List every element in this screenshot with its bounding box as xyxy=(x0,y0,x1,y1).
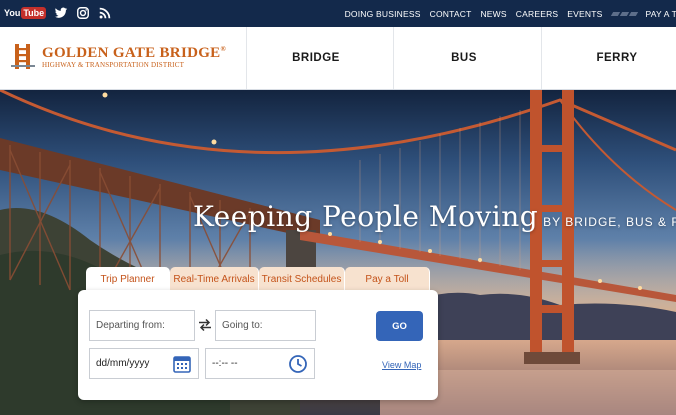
instagram-icon[interactable] xyxy=(76,6,90,20)
youtube-icon[interactable]: You Tube xyxy=(4,7,47,19)
hero-title: Keeping People Moving xyxy=(193,200,539,233)
bridge-tower-logo-icon xyxy=(11,44,35,69)
link-events[interactable]: EVENTS xyxy=(567,9,602,19)
tab-trip-planner[interactable]: Trip Planner xyxy=(86,267,170,291)
link-contact[interactable]: CONTACT xyxy=(430,9,472,19)
departing-from-input[interactable]: Departing from: xyxy=(89,310,195,341)
go-button[interactable]: GO xyxy=(376,311,423,341)
tab-real-time-arrivals[interactable]: Real-Time Arrivals xyxy=(170,267,259,291)
link-news[interactable]: NEWS xyxy=(480,9,506,19)
clock-icon[interactable] xyxy=(288,354,308,374)
link-doing-business[interactable]: DOING BUSINESS xyxy=(345,9,421,19)
twitter-icon[interactable] xyxy=(54,6,68,20)
stripes-icon xyxy=(610,11,638,16)
tab-pay-a-toll[interactable]: Pay a Toll xyxy=(345,267,430,291)
hero-subtitle: BY BRIDGE, BUS & FERRY xyxy=(543,215,676,229)
logo-subtitle: HIGHWAY & TRANSPORTATION DISTRICT xyxy=(42,61,185,69)
rss-icon[interactable] xyxy=(98,6,112,20)
utility-bar: You Tube DOING BUSINESS CONTACT NEWS CARE… xyxy=(0,0,676,27)
logo-registered-mark: ® xyxy=(220,45,227,53)
social-links: You Tube xyxy=(4,6,112,20)
logo-title: GOLDEN GATE BRIDGE® xyxy=(42,42,226,61)
calendar-icon[interactable] xyxy=(172,354,192,374)
logo-title-text: GOLDEN GATE BRIDGE xyxy=(42,45,221,61)
main-header: GOLDEN GATE BRIDGE® HIGHWAY & TRANSPORTA… xyxy=(0,27,676,90)
view-map-link[interactable]: View Map xyxy=(382,360,421,370)
site-logo[interactable]: GOLDEN GATE BRIDGE® HIGHWAY & TRANSPORTA… xyxy=(10,41,226,71)
planner-tabs: Trip Planner Real-Time Arrivals Transit … xyxy=(86,267,430,291)
trip-planner-panel xyxy=(78,290,438,400)
youtube-label-tube: Tube xyxy=(21,7,47,19)
tab-transit-schedules[interactable]: Transit Schedules xyxy=(259,267,345,291)
link-pay-a-toll[interactable]: PAY A T xyxy=(646,9,676,19)
utility-links: DOING BUSINESS CONTACT NEWS CAREERS EVEN… xyxy=(345,0,676,27)
nav-bus[interactable]: BUS xyxy=(394,27,534,89)
going-to-input[interactable]: Going to: xyxy=(215,310,316,341)
nav-ferry[interactable]: FERRY xyxy=(542,27,676,89)
swap-arrows-icon[interactable] xyxy=(198,318,212,332)
nav-bridge[interactable]: BRIDGE xyxy=(247,27,385,89)
hero-tagline: Keeping People Moving BY BRIDGE, BUS & FE… xyxy=(193,200,676,233)
youtube-label-you: You xyxy=(4,8,21,18)
link-careers[interactable]: CAREERS xyxy=(516,9,559,19)
